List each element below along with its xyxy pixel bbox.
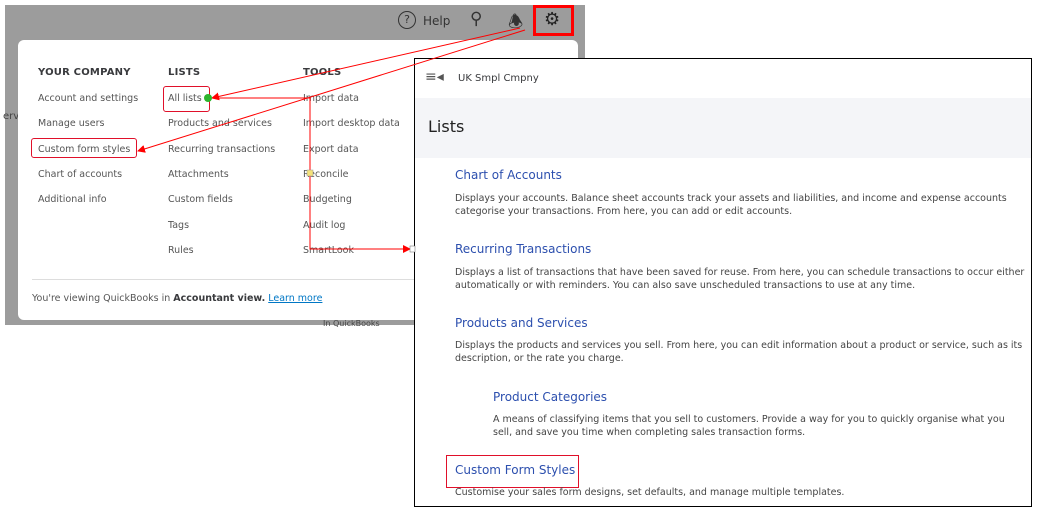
arrow-to-custom-form-styles <box>137 29 526 153</box>
connector-handle <box>306 169 314 177</box>
connector-end-handle <box>409 245 416 253</box>
connector-start-dot <box>204 94 212 102</box>
arrow-to-all-lists <box>211 27 521 101</box>
annotation-arrows <box>137 27 526 253</box>
